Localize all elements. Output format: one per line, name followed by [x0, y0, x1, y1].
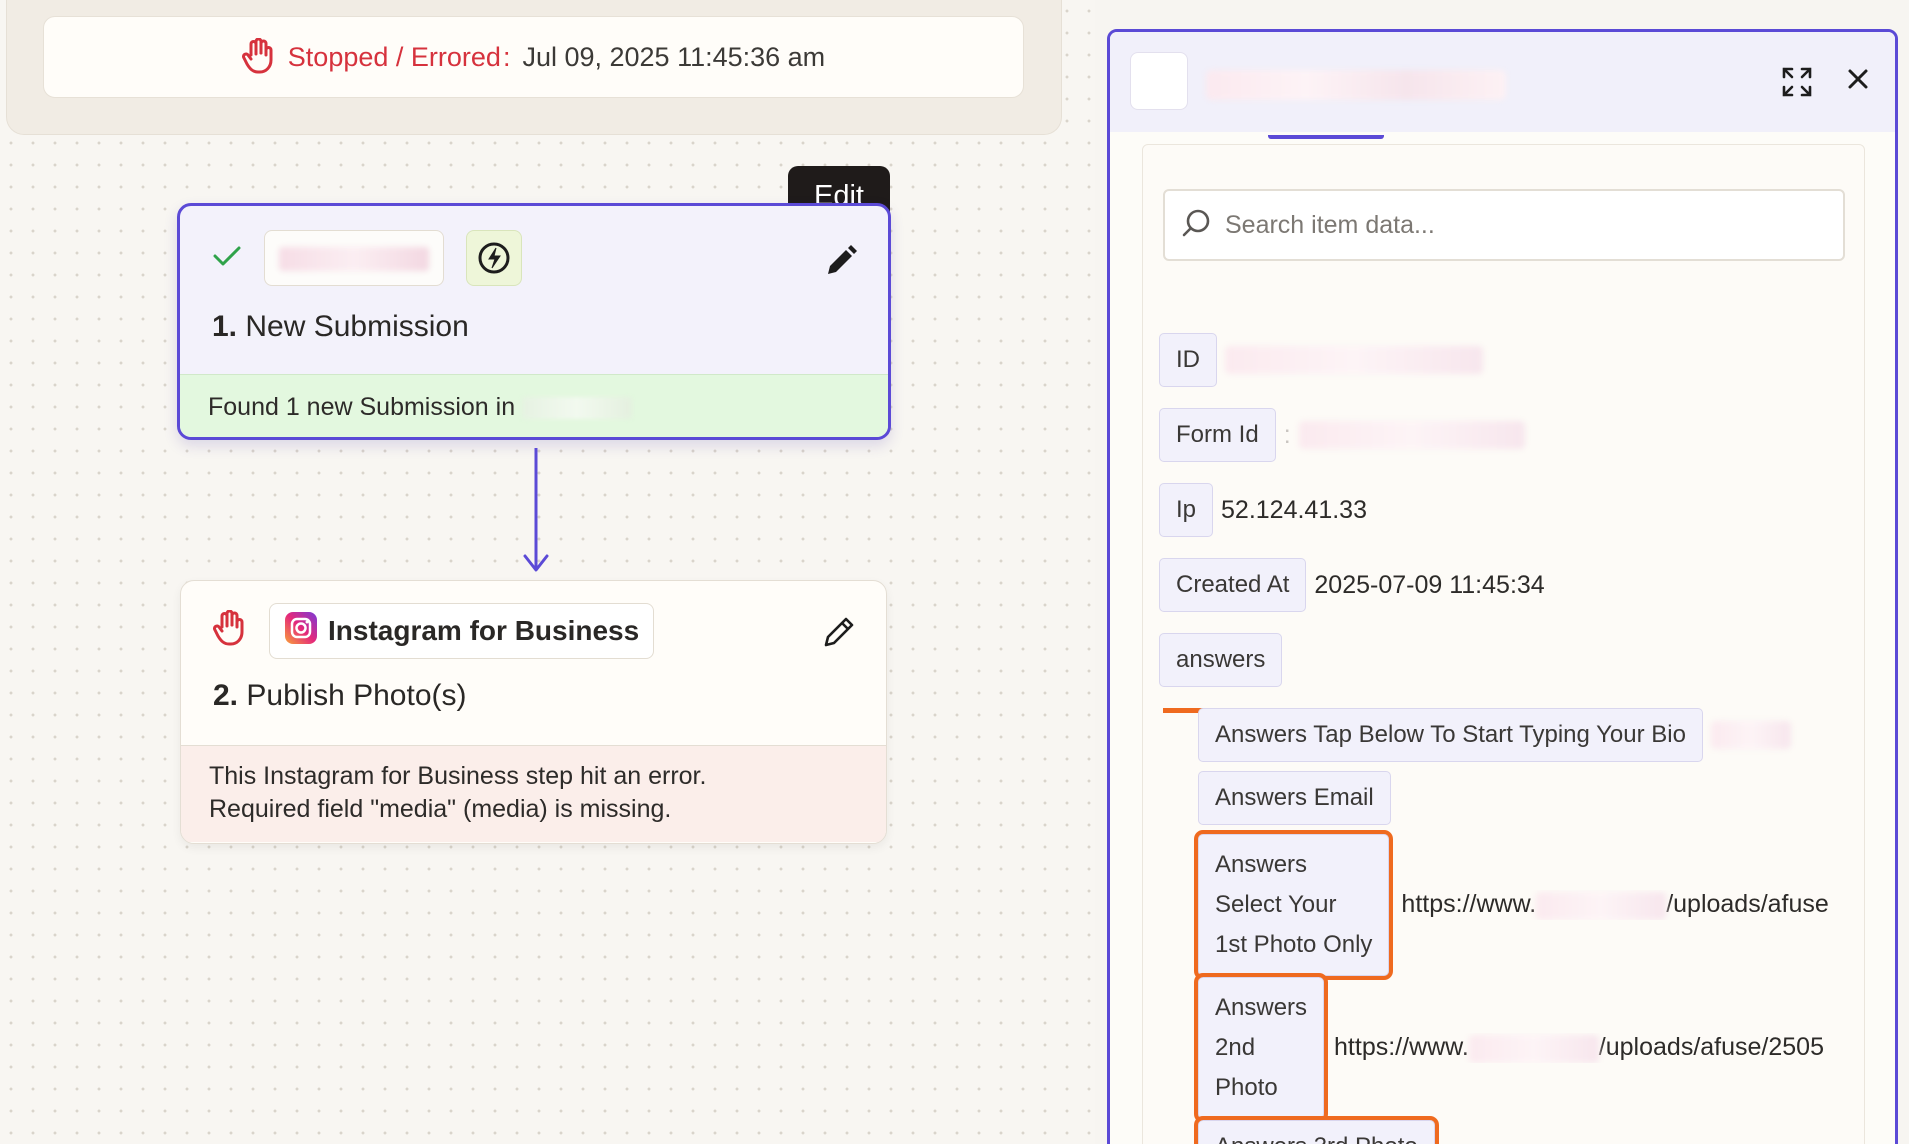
- expand-icon[interactable]: [1781, 66, 1813, 103]
- app-chip-redacted: [264, 230, 444, 286]
- field-key-photo-2: Answers 2nd Photo: [1193, 973, 1329, 1123]
- edit-pencil-outline-icon[interactable]: [822, 615, 856, 654]
- check-icon: [212, 245, 242, 272]
- field-value-ip: 52.124.41.33: [1221, 495, 1367, 524]
- step-2-title: 2. Publish Photo(s): [213, 679, 467, 712]
- field-key-bio: Answers Tap Below To Start Typing Your B…: [1198, 708, 1703, 762]
- field-value-redacted: [1225, 346, 1483, 374]
- step-2-error-footer: This Instagram for Business step hit an …: [181, 745, 886, 842]
- app-name: Instagram for Business: [328, 615, 640, 646]
- field-bio: Answers Tap Below To Start Typing Your B…: [1198, 708, 1791, 762]
- field-key-created-at: Created At: [1159, 558, 1307, 612]
- field-id: ID: [1159, 333, 1483, 387]
- item-data-section: ID Form Id : Ip 52.124.41.33 Created At …: [1142, 144, 1865, 1144]
- field-key-ip: Ip: [1159, 483, 1214, 537]
- step-connector-arrow: [523, 448, 549, 572]
- search-icon: [1181, 208, 1211, 243]
- field-value-redacted: [1710, 721, 1791, 749]
- edit-pencil-icon[interactable]: [824, 244, 858, 283]
- field-email: Answers Email: [1198, 771, 1391, 825]
- field-value-photo-1: https://www./uploads/afuse: [1401, 890, 1829, 920]
- field-key-form-id: Form Id: [1159, 408, 1276, 462]
- panel-header: [1110, 32, 1895, 132]
- field-photo-1: Answers Select Your 1st Photo Only https…: [1193, 830, 1847, 980]
- field-value-photo-2: https://www./uploads/afuse/2505: [1334, 1033, 1824, 1063]
- field-created-at: Created At 2025-07-09 11:45:34: [1159, 558, 1545, 612]
- step-card-2[interactable]: Instagram for Business 2. Publish Photo(…: [180, 580, 887, 844]
- field-value-redacted: [1298, 421, 1525, 449]
- step-1-footer: Found 1 new Submission in: [180, 374, 888, 437]
- field-photo-2: Answers 2nd Photo https://www./uploads/a…: [1193, 973, 1840, 1123]
- stop-hand-icon: [241, 38, 276, 76]
- workflow-canvas[interactable]: Stopped / Errored : Jul 09, 2025 11:45:3…: [0, 0, 1095, 1144]
- close-icon[interactable]: [1847, 68, 1869, 95]
- app-logo-redacted: [1130, 52, 1188, 110]
- field-key-photo-1: Answers Select Your 1st Photo Only: [1193, 830, 1394, 980]
- field-key-photo-3: Answers 3rd Photo: [1194, 1116, 1439, 1144]
- field-key-answers[interactable]: answers: [1159, 633, 1283, 687]
- field-value-prefix: :: [1283, 420, 1291, 449]
- field-key-id: ID: [1159, 333, 1217, 387]
- stop-hand-icon: [213, 609, 247, 653]
- lightning-trigger-icon: [466, 230, 522, 286]
- instagram-icon: [284, 611, 318, 652]
- redacted-text: [522, 397, 633, 420]
- search-box[interactable]: [1163, 189, 1845, 261]
- run-status-bar: Stopped / Errored : Jul 09, 2025 11:45:3…: [43, 16, 1024, 98]
- field-photo-3: Answers 3rd Photo: [1194, 1116, 1439, 1144]
- field-answers[interactable]: answers: [1159, 633, 1283, 687]
- panel-title-redacted: [1206, 70, 1506, 100]
- field-form-id: Form Id :: [1159, 408, 1525, 462]
- field-ip: Ip 52.124.41.33: [1159, 483, 1367, 537]
- status-colon: :: [502, 41, 511, 72]
- active-tab-indicator: [1268, 135, 1384, 139]
- step-card-1[interactable]: 1. New Submission Found 1 new Submission…: [177, 203, 891, 440]
- field-value-created-at: 2025-07-09 11:45:34: [1314, 570, 1545, 599]
- search-input[interactable]: [1225, 210, 1825, 240]
- field-key-email: Answers Email: [1198, 771, 1391, 825]
- step-1-title: 1. New Submission: [212, 310, 469, 343]
- status-label: Stopped / Errored: [287, 41, 501, 72]
- step-details-panel: ID Form Id : Ip 52.124.41.33 Created At …: [1107, 29, 1898, 1144]
- app-chip-instagram: Instagram for Business: [269, 603, 655, 659]
- status-timestamp: Jul 09, 2025 11:45:36 am: [522, 41, 826, 72]
